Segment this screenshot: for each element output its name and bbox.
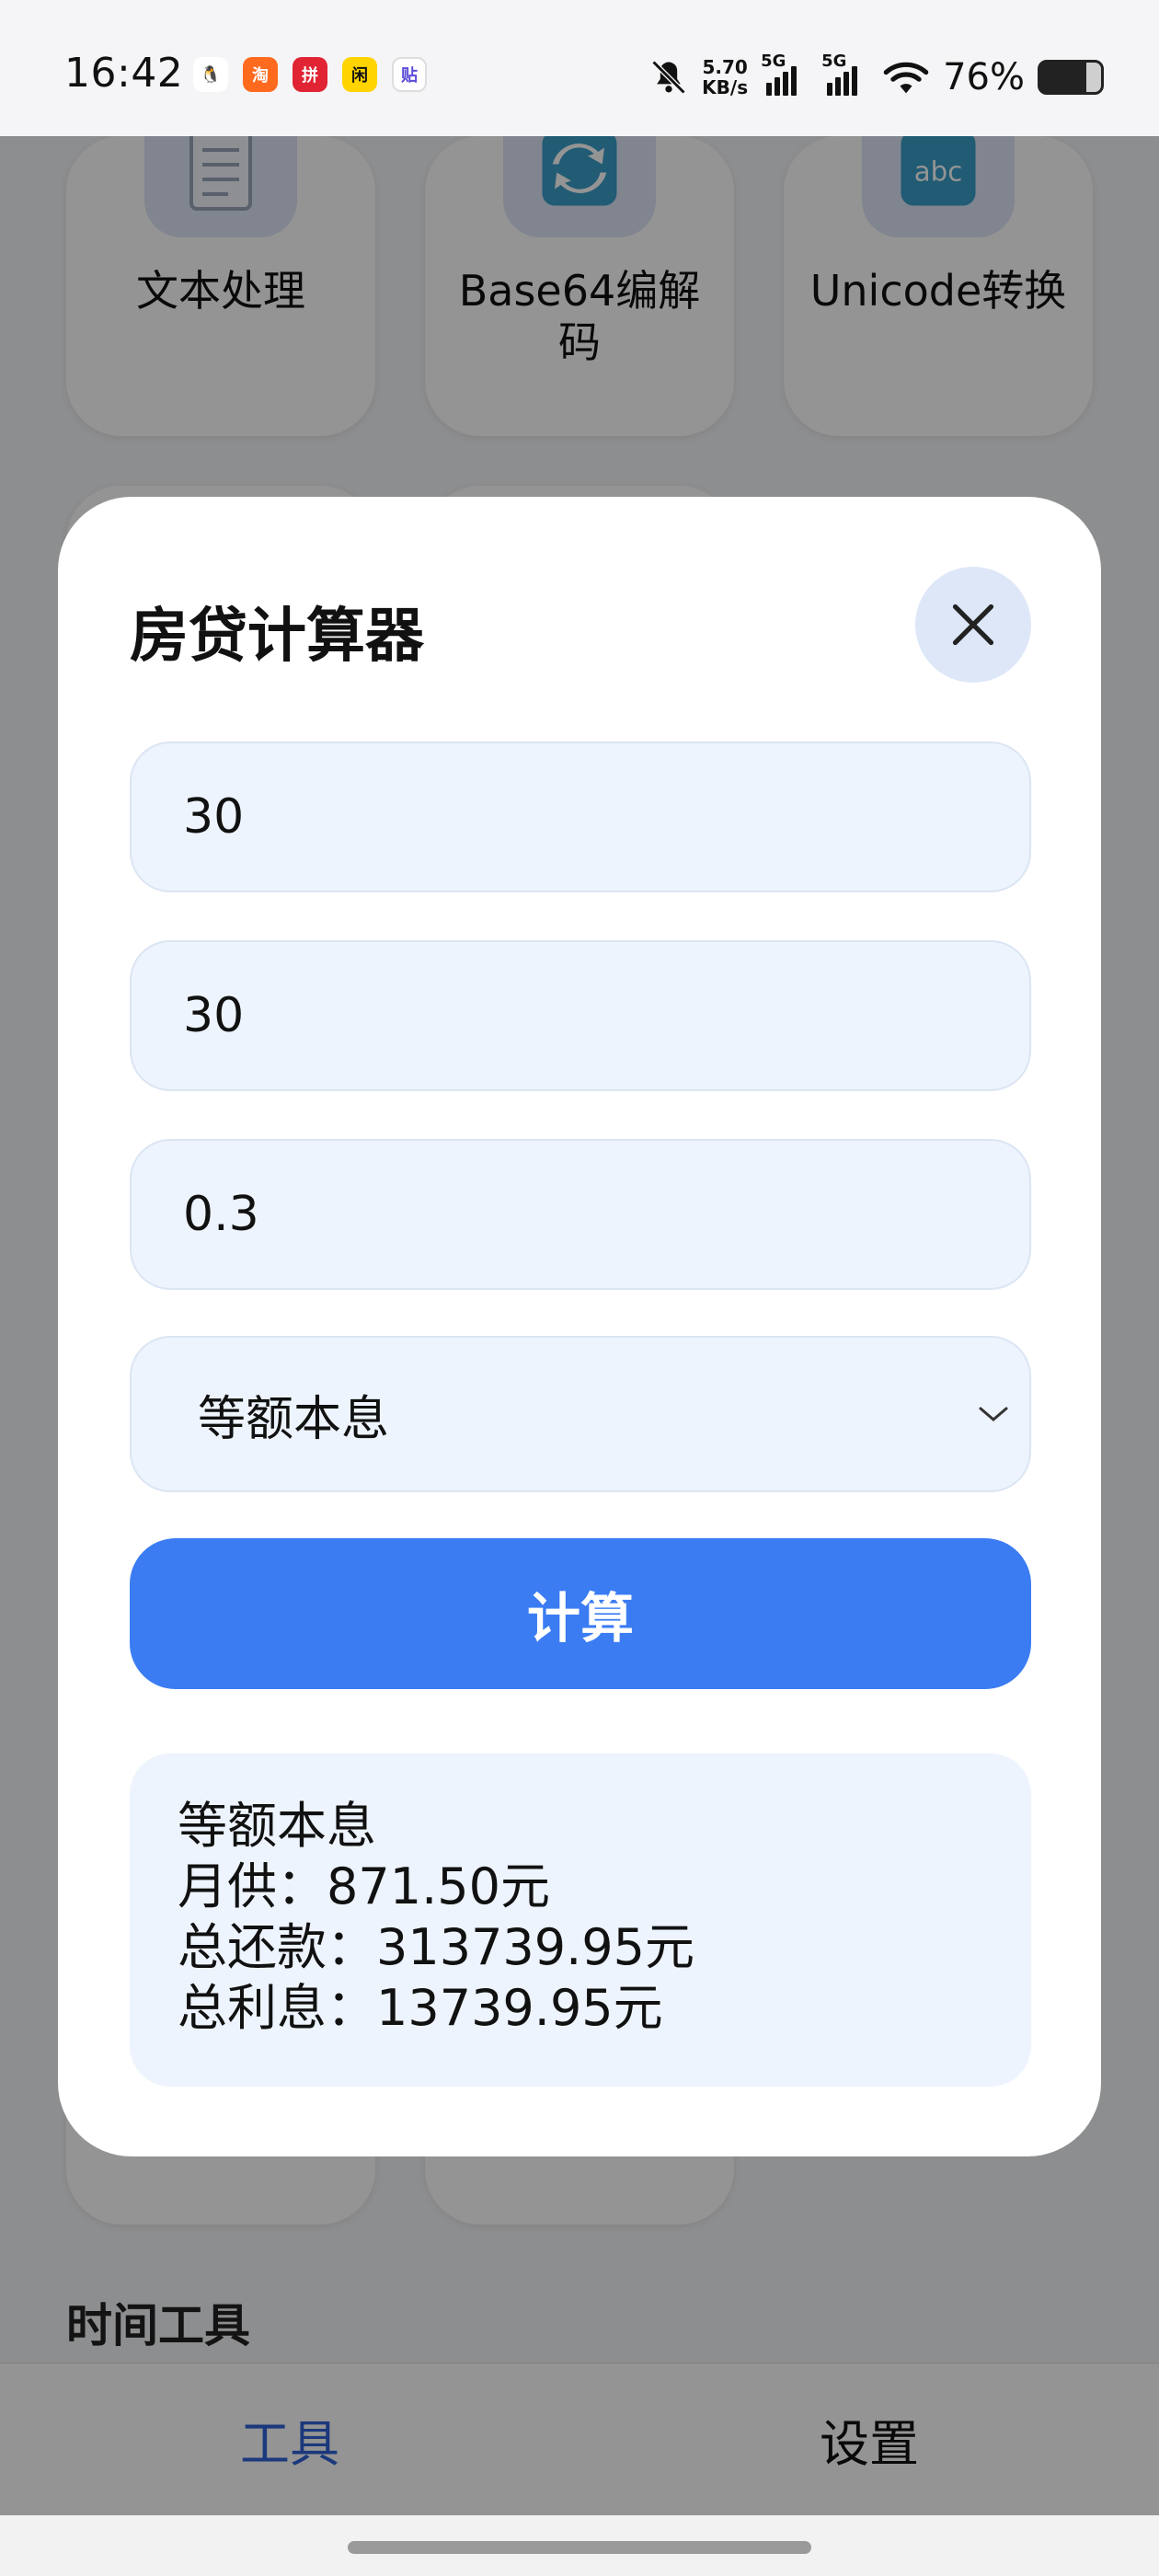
repayment-method-value: 等额本息	[198, 1391, 390, 1447]
calculate-button[interactable]: 计算	[130, 1538, 1031, 1689]
interest-rate-input[interactable]: 0.3	[130, 1139, 1031, 1290]
pinduoduo-icon: 拼	[293, 57, 327, 92]
sim1-label: 5G	[761, 52, 786, 71]
battery-fill	[1040, 63, 1087, 92]
dialog-title: 房贷计算器	[130, 603, 424, 671]
close-button[interactable]	[915, 567, 1031, 683]
result-panel: 等额本息 月供：871.50元 总还款：313739.95元 总利息：13739…	[130, 1754, 1031, 2087]
taobao-icon: 淘	[243, 57, 278, 92]
chevron-down-icon	[979, 1407, 1008, 1421]
battery-percent: 76%	[943, 56, 1025, 98]
battery-icon	[1038, 60, 1104, 95]
mortgage-calculator-dialog: 房贷计算器 30 30 0.3 等额本息 计算 等额本息 月供：871.50元 …	[58, 497, 1101, 2156]
battery-empty	[1086, 63, 1101, 92]
sim2-label: 5G	[821, 52, 847, 71]
qq-icon: 🐧	[193, 57, 228, 92]
network-speed: 5.70 KB/s	[702, 57, 748, 98]
signal-icon-sim2: 5G	[821, 52, 869, 96]
close-icon	[952, 604, 994, 646]
network-speed-unit: KB/s	[702, 76, 749, 98]
home-indicator[interactable]	[348, 2541, 811, 2554]
repayment-method-select[interactable]: 等额本息	[130, 1336, 1031, 1492]
result-method: 等额本息	[178, 1797, 376, 1855]
status-bar: 16:42 🐧 淘 拼 闲 贴 5.70 KB/s 5G 5G 76%	[0, 0, 1159, 136]
wifi-icon	[883, 62, 929, 94]
network-speed-value: 5.70	[702, 56, 748, 78]
signal-icon-sim1: 5G	[761, 52, 809, 96]
tieba-icon: 贴	[392, 57, 427, 92]
result-monthly-payment: 月供：871.50元	[178, 1857, 550, 1915]
xianyu-icon: 闲	[342, 57, 377, 92]
status-indicators: 5.70 KB/s 5G 5G 76%	[648, 52, 1104, 103]
result-total-repayment: 总还款：313739.95元	[178, 1918, 695, 1976]
mute-bell-icon	[651, 60, 686, 95]
loan-term-input[interactable]: 30	[130, 940, 1031, 1091]
loan-amount-input[interactable]: 30	[130, 742, 1031, 892]
status-time: 16:42	[64, 50, 184, 97]
result-total-interest: 总利息：13739.95元	[178, 1979, 663, 2037]
